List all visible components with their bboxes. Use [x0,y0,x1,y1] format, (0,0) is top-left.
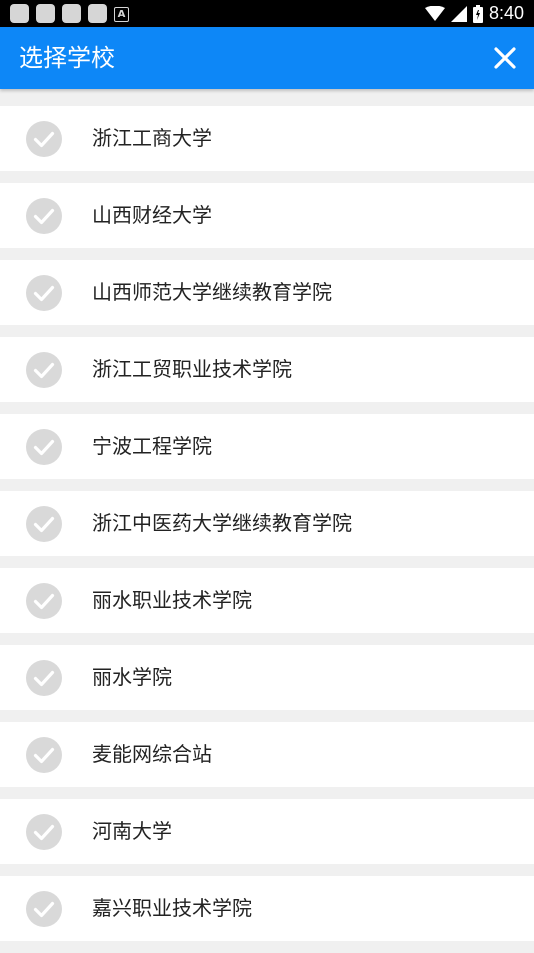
school-list-item[interactable]: 丽水学院 [0,645,534,710]
school-name: 丽水职业技术学院 [92,588,252,612]
status-bar: A 8:40 [0,0,534,27]
school-name: 嘉兴职业技术学院 [92,896,252,920]
school-list-item[interactable]: 浙江工贸职业技术学院 [0,337,534,402]
school-list-item[interactable]: 山西财经大学 [0,183,534,248]
app-bar: 选择学校 [0,27,534,89]
cell-signal-icon [450,5,467,22]
school-name: 丽水学院 [92,665,172,689]
battery-icon [472,4,483,23]
check-circle-icon [26,660,62,696]
school-name: 宁波工程学院 [92,434,212,458]
notification-square-icon [88,4,107,23]
school-name: 河南大学 [92,819,172,843]
school-name: 浙江工贸职业技术学院 [92,357,292,381]
close-icon [494,47,516,69]
wifi-icon [424,5,445,21]
school-list-item[interactable]: 山西师范大学继续教育学院 [0,260,534,325]
school-list-item[interactable]: 丽水职业技术学院 [0,568,534,633]
school-list-item[interactable]: 河南大学 [0,799,534,864]
a-notification-icon: A [114,7,129,22]
close-button[interactable] [486,39,524,77]
check-circle-icon [26,121,62,157]
school-list-item[interactable]: 浙江工商大学 [0,106,534,171]
status-indicators: 8:40 [424,3,524,24]
check-circle-icon [26,506,62,542]
notification-square-icon [36,4,55,23]
school-name: 山西师范大学继续教育学院 [92,280,332,304]
check-circle-icon [26,891,62,927]
school-list-item[interactable]: 浙江中医药大学继续教育学院 [0,491,534,556]
school-list-item[interactable]: 嘉兴职业技术学院 [0,876,534,941]
check-circle-icon [26,737,62,773]
check-circle-icon [26,583,62,619]
school-list: 浙江工商大学 山西财经大学山西师范大学继续教育学院 浙江工贸职业技术学院 宁波工程学院… [0,106,534,953]
notification-square-icon [10,4,29,23]
notification-icons: A [10,4,129,23]
check-circle-icon [26,814,62,850]
check-circle-icon [26,198,62,234]
check-circle-icon [26,275,62,311]
clock: 8:40 [488,3,524,23]
school-name: 浙江工商大学 [92,126,212,150]
check-circle-icon [26,352,62,388]
school-list-item[interactable]: 麦能网综合站 [0,722,534,787]
school-name: 麦能网综合站 [92,742,212,766]
notification-square-icon [62,4,81,23]
school-name: 山西财经大学 [92,203,212,227]
check-circle-icon [26,429,62,465]
school-list-item[interactable]: 宁波工程学院 [0,414,534,479]
school-name: 浙江中医药大学继续教育学院 [92,511,352,535]
page-title: 选择学校 [19,44,115,72]
